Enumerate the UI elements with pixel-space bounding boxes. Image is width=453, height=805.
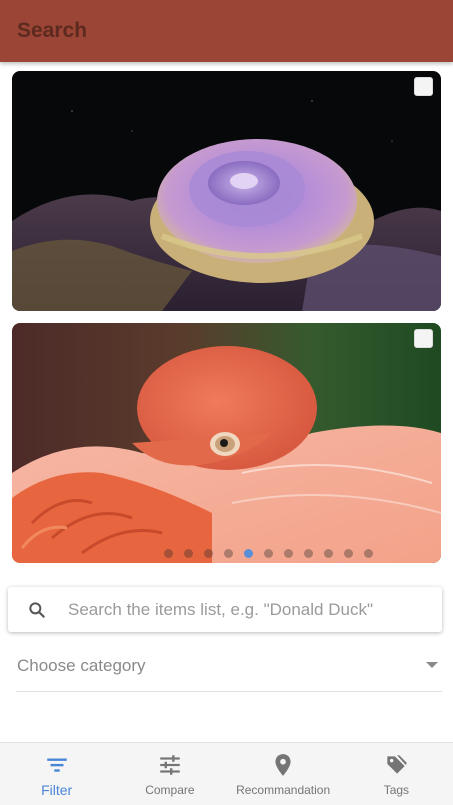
page-title: Search <box>17 19 88 42</box>
carousel-dot[interactable] <box>264 549 273 558</box>
carousel-dot[interactable] <box>184 549 193 558</box>
nav-item-recommandation[interactable]: Recommandation <box>227 743 340 805</box>
flamingo-image <box>12 323 441 563</box>
nav-label-recommandation: Recommandation <box>236 783 331 797</box>
nav-label-compare: Compare <box>145 783 195 797</box>
image-card-flamingo[interactable] <box>12 323 441 563</box>
carousel-dot[interactable] <box>304 549 313 558</box>
bottom-navigation: Filter Compare Recommandation Tags <box>0 742 453 805</box>
app-bar: Search <box>0 0 453 62</box>
image-card-coral[interactable] <box>12 71 441 311</box>
search-box[interactable] <box>8 587 442 632</box>
tag-icon <box>387 755 408 774</box>
location-pin-icon <box>275 754 291 776</box>
filter-icon <box>46 758 67 772</box>
select-checkbox[interactable] <box>414 329 433 348</box>
carousel-dot[interactable] <box>204 549 213 558</box>
sliders-icon <box>160 755 180 775</box>
select-checkbox[interactable] <box>414 77 433 96</box>
carousel-indicator <box>12 549 441 558</box>
coral-image <box>12 71 441 311</box>
nav-item-compare[interactable]: Compare <box>113 743 226 805</box>
nav-label-filter: Filter <box>41 782 73 798</box>
carousel-dot[interactable] <box>364 549 373 558</box>
chevron-down-icon <box>426 662 438 668</box>
carousel-dot[interactable] <box>224 549 233 558</box>
category-select[interactable]: Choose category <box>16 645 442 692</box>
category-select-label: Choose category <box>17 656 146 675</box>
carousel-dot[interactable] <box>284 549 293 558</box>
carousel-dot[interactable] <box>344 549 353 558</box>
carousel-dot[interactable] <box>164 549 173 558</box>
nav-label-tags: Tags <box>383 783 410 797</box>
nav-item-tags[interactable]: Tags <box>340 743 453 805</box>
nav-item-filter[interactable]: Filter <box>0 743 113 805</box>
search-icon <box>29 602 45 618</box>
carousel-dot[interactable] <box>324 549 333 558</box>
search-input[interactable] <box>68 587 433 632</box>
carousel-dot-active[interactable] <box>244 549 253 558</box>
